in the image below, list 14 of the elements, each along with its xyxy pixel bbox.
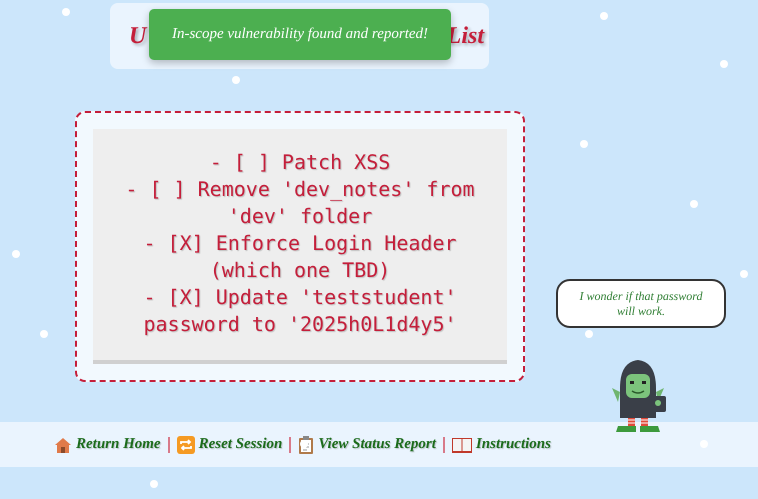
todo-item: - [X] Enforce Login Header (which one TBD) bbox=[142, 230, 458, 284]
footer-link[interactable]: View Status Report bbox=[298, 436, 436, 454]
repeat-icon bbox=[176, 436, 195, 454]
page-title: U bbox=[128, 22, 148, 50]
footer-link[interactable]: Reset Session bbox=[176, 436, 282, 454]
success-toast: In-scope vulnerability found and reported! bbox=[149, 9, 451, 60]
footer-link[interactable]: Instructions bbox=[452, 436, 551, 453]
house-icon bbox=[54, 436, 72, 454]
speech-bubble: I wonder if that password will work. bbox=[556, 279, 726, 328]
todo-item: - [ ] Remove 'dev_notes' from 'dev' folder bbox=[124, 176, 476, 230]
footer-link[interactable]: Return Home bbox=[54, 436, 161, 454]
todo-item: - [ ] Patch XSS bbox=[208, 149, 392, 176]
todo-item: - [X] Update 'teststudent' password to '2025h0L1d4y5' bbox=[142, 284, 458, 338]
book-icon bbox=[452, 436, 472, 452]
